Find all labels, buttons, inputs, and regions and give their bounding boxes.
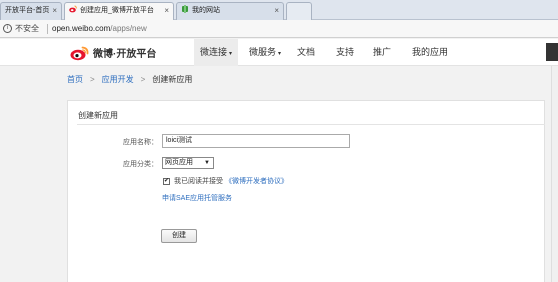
tab-title: 我的网站 (192, 7, 220, 14)
breadcrumb-separator: > (90, 75, 95, 84)
breadcrumb-home[interactable]: 首页 (67, 75, 83, 84)
puzzle-favicon-icon (181, 4, 189, 13)
app-name-label: 应用名称： (123, 139, 158, 146)
site-header: 微博·开放平台 微连接 ▾ 微服务 ▾ 文档 支持 推广 我的应用 (0, 39, 558, 66)
dropdown-arrow-icon: ▼ (204, 160, 210, 166)
browser-tab-bar: 开放平台-首页 × 创建应用_微博开放平台 × 我的网站 × (0, 0, 558, 21)
weibo-favicon-icon (69, 4, 77, 13)
url-host: open.weibo.com (52, 24, 111, 33)
breadcrumb-app-dev[interactable]: 应用开发 (102, 75, 134, 84)
agree-label: 我已阅读并接受 (174, 178, 223, 185)
security-status: 不安全 (15, 24, 39, 33)
developer-agreement-link[interactable]: 《微博开发者协议》 (225, 178, 288, 185)
divider (47, 24, 48, 34)
nav-label: 微服务 (249, 47, 277, 57)
url-path: /apps/new (110, 24, 147, 33)
tab-open-platform-home[interactable]: 开放平台-首页 × (0, 2, 62, 20)
tab-title: 开放平台-首页 (5, 7, 50, 14)
divider (77, 124, 545, 125)
scrollbar[interactable] (551, 66, 558, 282)
breadcrumb-current: 创建新应用 (152, 75, 193, 84)
nav-weilianjie[interactable]: 微连接 ▾ (194, 39, 239, 66)
weibo-open-platform-logo[interactable]: 微博·开放平台 (70, 44, 156, 61)
breadcrumb: 首页 > 应用开发 > 创建新应用 (67, 74, 192, 85)
url-text[interactable]: open.weibo.com/apps/new (52, 20, 147, 37)
sae-hosting-link[interactable]: 申请SAE应用托管服务 (162, 193, 232, 203)
agree-text: 我已阅读并接受 《微博开发者协议》 (174, 176, 288, 186)
app-category-label: 应用分类： (123, 161, 158, 168)
page-title: 创建新应用 (78, 111, 118, 120)
logo-text: 微博·开放平台 (93, 49, 157, 60)
selected-value: 网页应用 (165, 159, 193, 166)
tab-title: 创建应用_微博开放平台 (80, 7, 154, 14)
close-tab-icon[interactable]: × (274, 3, 279, 19)
app-name-input[interactable]: loici测试 (162, 134, 350, 148)
chevron-down-icon: ▾ (278, 51, 282, 57)
nav-support[interactable]: 支持 (330, 39, 360, 66)
nav-weifuwu[interactable]: 微服务 ▾ (243, 39, 287, 66)
close-tab-icon[interactable]: × (52, 3, 57, 19)
avatar[interactable] (546, 43, 558, 61)
breadcrumb-separator: > (140, 75, 146, 84)
nav-my-apps[interactable]: 我的应用 (406, 39, 454, 66)
close-tab-icon[interactable]: × (164, 3, 169, 19)
nav-label: 微连接 (200, 47, 228, 57)
tab-create-app[interactable]: 创建应用_微博开放平台 × (64, 2, 174, 21)
agree-checkbox[interactable]: ✔ (163, 178, 170, 185)
nav-docs[interactable]: 文档 (291, 39, 321, 66)
create-app-panel: 创建新应用 应用名称： loici测试 应用分类： 网页应用 ▼ ✔ 我已阅读并… (67, 100, 545, 282)
tab-my-website[interactable]: 我的网站 × (176, 2, 284, 20)
new-tab-button[interactable] (286, 2, 312, 20)
address-bar[interactable]: i 不安全 open.weibo.com/apps/new (0, 20, 558, 38)
weibo-logo-icon (70, 45, 90, 61)
chevron-down-icon: ▾ (229, 51, 233, 57)
nav-promotion[interactable]: 推广 (367, 39, 397, 66)
app-category-select[interactable]: 网页应用 ▼ (162, 157, 214, 169)
create-button[interactable]: 创建 (161, 229, 197, 243)
info-icon[interactable]: i (3, 24, 12, 33)
